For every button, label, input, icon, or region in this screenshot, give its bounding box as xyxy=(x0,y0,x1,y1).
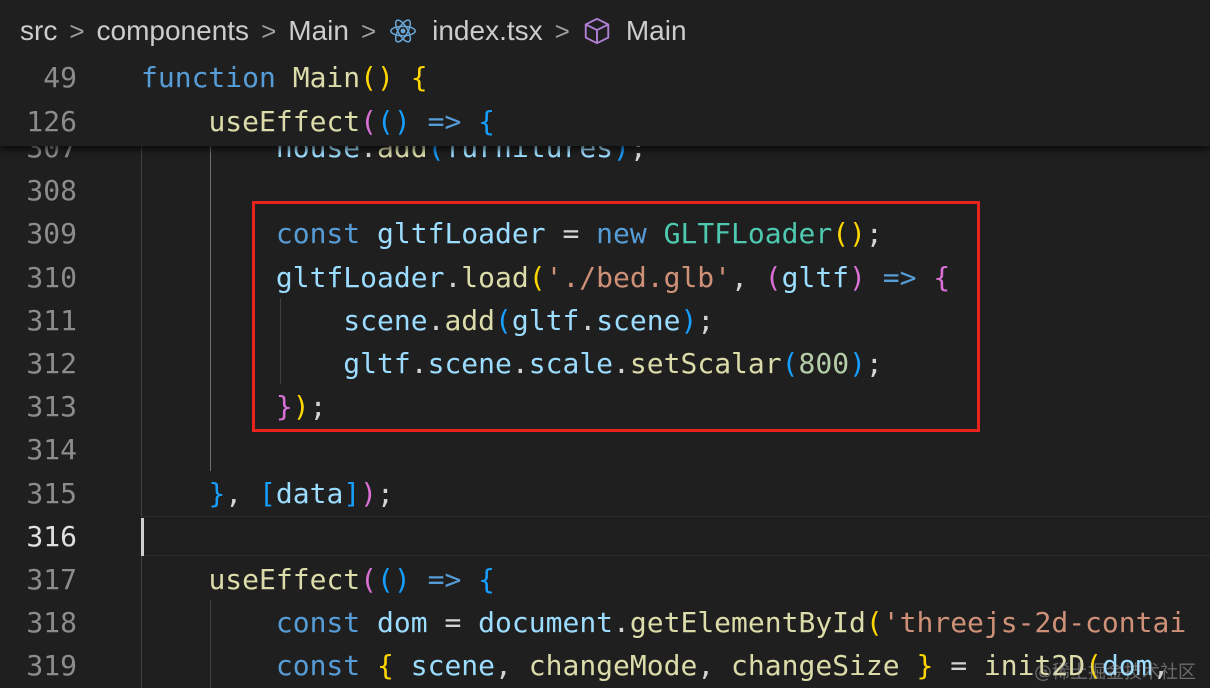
code-token: () xyxy=(360,61,394,94)
code-token: changeMode xyxy=(528,649,698,682)
line-number: 126 xyxy=(26,105,77,138)
code-token: () xyxy=(377,105,411,138)
code-token: ( xyxy=(360,563,378,596)
chevron-right-icon: > xyxy=(261,15,277,46)
watermark: @稀土掘金技术社区 xyxy=(1034,662,1196,683)
chevron-right-icon: > xyxy=(554,15,570,46)
line-number: 315 xyxy=(26,477,77,510)
code-token: getElementById xyxy=(629,606,866,639)
line-code[interactable]: }, [data]); xyxy=(141,472,394,515)
code-token: { xyxy=(377,649,411,682)
code-token: const xyxy=(275,649,378,682)
code-token: = xyxy=(427,606,479,639)
code-token: Main xyxy=(292,61,361,94)
sticky-scroll[interactable]: 49 function Main() {126 useEffect(() => { xyxy=(0,58,1210,146)
line-code[interactable]: const { scene, changeMode, changeSize } … xyxy=(141,644,1170,687)
line-number: 312 xyxy=(26,347,77,380)
line-number: 310 xyxy=(26,261,77,294)
code-token: document xyxy=(478,606,614,639)
code-token: function xyxy=(141,61,293,94)
code-token: { xyxy=(478,105,496,138)
code-line[interactable]: 316 xyxy=(0,515,1210,558)
breadcrumb-item-src[interactable]: src xyxy=(20,15,57,47)
code-token: ; xyxy=(377,477,394,510)
line-code[interactable]: useEffect(() => { xyxy=(141,558,495,601)
cube-icon xyxy=(584,17,610,45)
code-token: ] xyxy=(343,477,361,510)
code-token: , xyxy=(495,649,529,682)
code-token: } xyxy=(208,477,226,510)
code-token: useEffect xyxy=(208,105,361,138)
code-line[interactable]: 317 useEffect(() => { xyxy=(0,558,1210,601)
line-number: 318 xyxy=(26,606,77,639)
code-token: const xyxy=(275,606,378,639)
chevron-right-icon: > xyxy=(69,15,85,46)
code-line[interactable]: 318 const dom = document.getElementById(… xyxy=(0,601,1210,644)
breadcrumb-item-main-folder[interactable]: Main xyxy=(288,15,349,47)
line-number: 49 xyxy=(43,61,77,94)
code-token: dom xyxy=(377,606,428,639)
code-line[interactable]: 126 useEffect(() => { xyxy=(0,100,1210,144)
code-token: [ xyxy=(259,477,276,510)
code-token: useEffect xyxy=(208,563,361,596)
line-code[interactable]: useEffect(() => { xyxy=(141,100,495,144)
code-token: 'threejs-2d-contai xyxy=(882,606,1187,639)
breadcrumb-item-components[interactable]: components xyxy=(97,15,250,47)
breadcrumb: src > components > Main > index.tsx > Ma… xyxy=(0,0,1210,62)
code-token: => xyxy=(427,105,462,138)
code-token: { xyxy=(478,563,496,596)
line-number: 308 xyxy=(26,174,77,207)
code-token: scene xyxy=(410,649,496,682)
line-code[interactable]: const dom = document.getElementById('thr… xyxy=(141,601,1186,644)
code-token: ( xyxy=(360,105,378,138)
code-token: . xyxy=(613,606,630,639)
code-line[interactable]: 314 xyxy=(0,428,1210,471)
line-number: 311 xyxy=(26,304,77,337)
breadcrumb-item-file[interactable]: index.tsx xyxy=(388,15,543,47)
highlight-box xyxy=(252,201,980,432)
code-line[interactable]: 315 }, [data]); xyxy=(0,472,1210,515)
line-number: 316 xyxy=(26,520,77,553)
code-token: changeSize xyxy=(731,649,900,682)
code-token: = xyxy=(933,649,984,682)
code-line[interactable]: 319 const { scene, changeMode, changeSiz… xyxy=(0,644,1210,687)
code-token: => xyxy=(427,563,462,596)
line-number: 319 xyxy=(26,649,77,682)
line-number: 313 xyxy=(26,390,77,423)
code-token: () xyxy=(377,563,411,596)
code-token: , xyxy=(225,477,260,510)
line-number: 317 xyxy=(26,563,77,596)
code-token: ) xyxy=(360,477,378,510)
line-code[interactable]: function Main() { xyxy=(141,56,428,100)
code-token: , xyxy=(697,649,732,682)
line-number: 314 xyxy=(26,433,77,466)
code-token: data xyxy=(275,477,344,510)
line-number: 309 xyxy=(26,217,77,250)
chevron-right-icon: > xyxy=(360,15,377,46)
code-token: { xyxy=(410,61,428,94)
code-token: ( xyxy=(865,606,883,639)
breadcrumb-item-symbol[interactable]: Main xyxy=(582,15,687,47)
code-token: } xyxy=(899,649,934,682)
code-line[interactable]: 49 function Main() { xyxy=(0,56,1210,100)
react-icon xyxy=(390,19,417,43)
